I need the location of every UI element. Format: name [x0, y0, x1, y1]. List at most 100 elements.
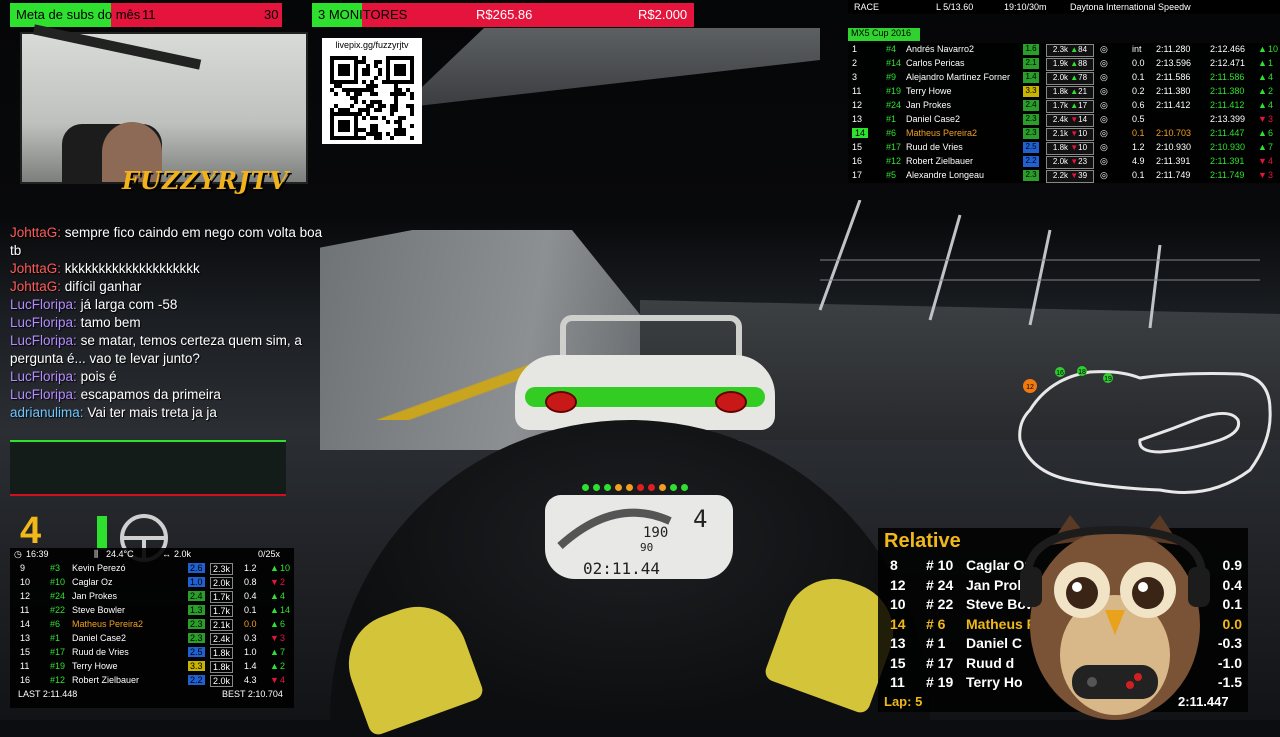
- standings-row: 2 #14 Carlos Pericas 0.0 2:13.596 2:12.471 1 2.…: [848, 57, 1280, 71]
- chat-username[interactable]: LucFloripa:: [10, 315, 77, 330]
- standings-last-lap: 2:10.930: [1156, 142, 1192, 152]
- irating-badge: 1.7k ▲17: [1046, 100, 1094, 113]
- arrow-down-icon: ▼: [1068, 115, 1079, 124]
- row-pos: 11: [20, 605, 30, 615]
- row-pos: 13: [20, 633, 31, 643]
- chat-message: JohttaG: difícil ganhar: [10, 278, 326, 296]
- standings-car-number: #4: [886, 44, 897, 54]
- irating-badge: 2.4k: [210, 633, 234, 645]
- license-badge: 2.2: [1023, 156, 1039, 167]
- gear-indicator: 4: [20, 510, 42, 552]
- row-position-change: 2: [280, 661, 286, 671]
- row-gap: 0.3: [244, 633, 257, 643]
- chat-text: escapamos da primeira: [80, 387, 221, 402]
- clock-icon: ◷: [14, 549, 22, 559]
- chat-username[interactable]: LucFloripa:: [10, 369, 77, 384]
- license-badge: 3.3: [1023, 86, 1039, 97]
- relative-gap: -0.3: [1217, 635, 1242, 651]
- row-driver-name: Robert Zielbauer: [72, 675, 140, 685]
- thermometer-icon: ⫼: [94, 549, 99, 559]
- row-car-number: #3: [50, 563, 61, 573]
- standings-position-change: 6: [1268, 128, 1274, 138]
- svg-text:18: 18: [1078, 369, 1086, 376]
- standings-row: 17 #5 Alexandre Longeau 0.1 2:11.749 2:11.749…: [848, 169, 1280, 183]
- arrow-up-icon: ▲: [1068, 87, 1079, 96]
- irating-badge: 2.4k ▼14: [1046, 114, 1094, 127]
- row-gap: 0.8: [244, 577, 257, 587]
- standings-driver-name: Andrés Navarro2: [906, 44, 975, 54]
- irating-change: 78: [1078, 73, 1088, 82]
- relative-pos: 14: [890, 615, 906, 632]
- standings-gap: 1.2: [1132, 142, 1145, 152]
- irating-badge: 2.3k ▲84: [1046, 44, 1094, 57]
- irating-badge: 2.1k: [210, 619, 234, 631]
- standings-driver-name: Daniel Case2: [906, 114, 961, 124]
- arrow-up-icon: ▲: [270, 619, 279, 629]
- chat-message: JohttaG: sempre fico caindo em nego com …: [10, 224, 326, 260]
- chat-message: adrianulima: Vai ter mais treta ja ja: [10, 404, 326, 422]
- standings-gap: 0.6: [1132, 100, 1145, 110]
- standings-best-lap: 2:11.380: [1210, 86, 1245, 96]
- chat-username[interactable]: LucFloripa:: [10, 333, 77, 348]
- license-badge: 2.5: [188, 647, 205, 657]
- status-wind: 2.0k: [174, 549, 192, 559]
- arrow-up-icon: ▲: [1068, 59, 1079, 68]
- monitors-goal-current: R$265.86: [476, 7, 533, 22]
- relative-pos: 11: [890, 674, 905, 690]
- standings-last-lap: 2:11.380: [1156, 86, 1191, 96]
- dash-display: 190 4 90 02:11.44: [545, 495, 733, 579]
- standings-driver-name: Robert Zielbauer: [906, 156, 974, 166]
- row-gap: 1.2: [244, 563, 257, 573]
- standings-gap: 0.5: [1132, 114, 1145, 124]
- relative-gap: -1.0: [1217, 654, 1242, 671]
- standings-driver-name: Ruud de Vries: [906, 142, 963, 152]
- bottom-standings-row: 12 #24 Jan Prokes 0.4 4 2.4 1.7k ▲: [10, 590, 294, 604]
- tire-icon: ◎: [1100, 114, 1108, 124]
- standings-row: 16 #12 Robert Zielbauer 4.9 2:11.391 2:11.391…: [848, 155, 1280, 169]
- row-driver-name: Matheus Pereira2: [72, 619, 144, 629]
- svg-text:16: 16: [1056, 370, 1064, 377]
- chat-username[interactable]: JohttaG:: [10, 279, 61, 294]
- relative-pos: 12: [890, 576, 906, 593]
- catch-fence: [818, 200, 1260, 329]
- relative-driver-name: Terry Ho: [966, 674, 1023, 690]
- shift-light: [659, 484, 666, 491]
- shift-light: [648, 484, 655, 491]
- irating-change: 17: [1078, 101, 1088, 110]
- standings-position-change: 1: [1268, 58, 1274, 68]
- arrow-up-icon: ▲: [1258, 72, 1267, 82]
- row-driver-name: Steve Bowler: [72, 605, 126, 615]
- license-badge: 2.3: [1023, 128, 1039, 139]
- svg-text:19: 19: [1104, 376, 1112, 383]
- irating-badge: 2.0k: [210, 577, 234, 589]
- track-distant: [400, 28, 820, 108]
- chat-username[interactable]: JohttaG:: [10, 261, 61, 276]
- standings-driver-name: Terry Howe: [906, 86, 952, 96]
- standings-car-number: #14: [886, 58, 902, 68]
- chat-username[interactable]: LucFloripa:: [10, 297, 77, 312]
- track-map: 12 16 18 19: [1018, 366, 1272, 494]
- chat-username[interactable]: JohttaG:: [10, 225, 61, 240]
- standings-car-number: #5: [886, 170, 897, 180]
- arrow-down-icon: ▼: [1258, 156, 1267, 166]
- relative-gap: 0.0: [1222, 615, 1242, 632]
- row-driver-name: Ruud de Vries: [72, 647, 129, 657]
- arrow-up-icon: ▲: [1258, 44, 1267, 54]
- throttle-bar: [97, 516, 107, 550]
- standings-row: 15 #17 Ruud de Vries 1.2 2:10.930 2:10.930 7 2.…: [848, 141, 1280, 155]
- chat-username[interactable]: adrianulima:: [10, 405, 84, 420]
- race-header: RACE L 5/13.60 19:10/30m Daytona Interna…: [848, 0, 1280, 14]
- map-car-marker: 18: [1077, 366, 1087, 376]
- row-position-change: 10: [280, 563, 291, 573]
- standings-gap: 0.1: [1132, 128, 1145, 138]
- row-gap: 0.4: [244, 591, 257, 601]
- chat-text: difícil ganhar: [64, 279, 142, 294]
- standings-driver-name: Jan Prokes: [906, 100, 952, 110]
- row-driver-name: Terry Howe: [72, 661, 118, 671]
- chat-username[interactable]: LucFloripa:: [10, 387, 77, 402]
- irating-badge: 1.9k ▲88: [1046, 58, 1094, 71]
- dash-rpm: 90: [640, 541, 654, 554]
- irating-change: 14: [1078, 115, 1088, 124]
- arrow-up-icon: ▲: [1068, 73, 1079, 82]
- tire-icon: ◎: [1100, 72, 1108, 82]
